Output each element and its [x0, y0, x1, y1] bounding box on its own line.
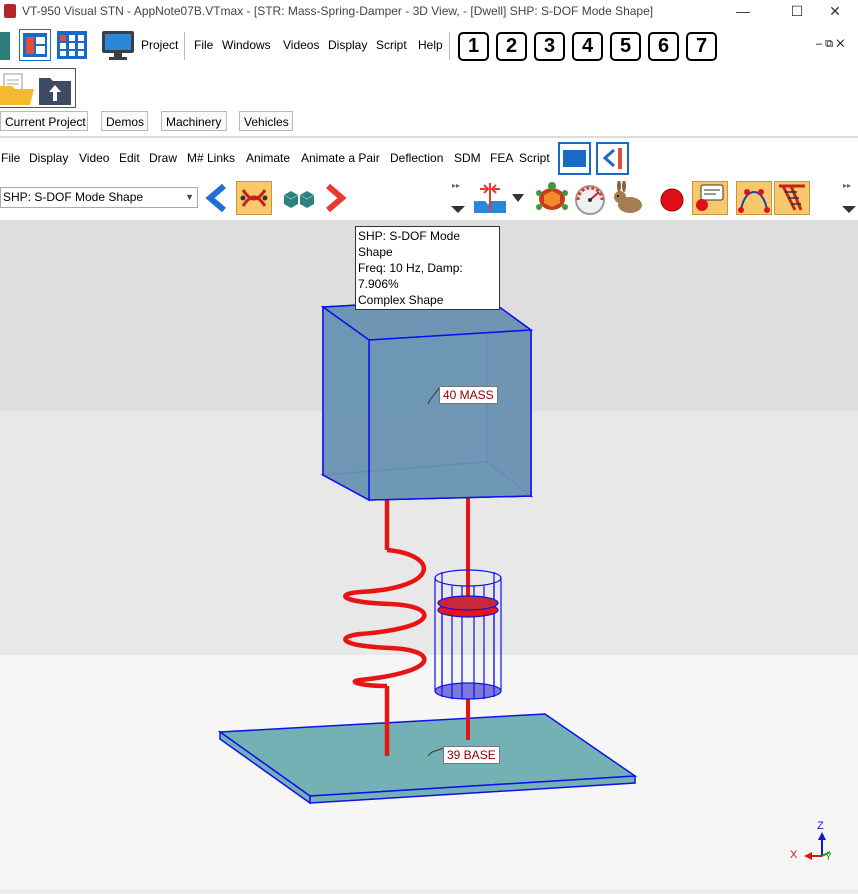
menu-videos[interactable]: Videos — [283, 38, 319, 52]
menu-project[interactable]: Project — [141, 38, 178, 52]
record-icon[interactable] — [658, 186, 686, 217]
curve-points-icon[interactable] — [736, 181, 772, 215]
wmenu-draw[interactable]: Draw — [149, 151, 177, 165]
mass-point-label: 40 MASS — [439, 386, 498, 404]
3d-scene[interactable] — [0, 220, 858, 891]
number-button-2[interactable]: 2 — [496, 32, 527, 61]
number-button-7[interactable]: 7 — [686, 32, 717, 61]
shape-select-value: SHP: S-DOF Mode Shape — [3, 190, 144, 204]
monitor-icon[interactable] — [100, 29, 136, 61]
wmenu-sdm[interactable]: SDM — [454, 151, 481, 165]
menu-file[interactable]: File — [194, 38, 213, 52]
shape-info-type: Complex Shape — [358, 293, 444, 307]
axis-x-label: X — [790, 849, 798, 861]
project-toolbar — [0, 66, 858, 110]
deflection-icon[interactable] — [472, 181, 508, 218]
number-button-5[interactable]: 5 — [610, 32, 641, 61]
menu-display[interactable]: Display — [328, 38, 367, 52]
wmenu-m-links[interactable]: M# Links — [187, 151, 235, 165]
wmenu-video[interactable]: Video — [79, 151, 109, 165]
app-icon — [4, 4, 16, 18]
wmenu-file[interactable]: File — [1, 151, 20, 165]
open-folder-icon[interactable] — [0, 72, 36, 109]
window-layout-icon[interactable] — [558, 142, 591, 178]
title-bar: VT-950 Visual STN - AppNote07B.VTmax - [… — [0, 0, 858, 24]
grid-layout-icon[interactable] — [56, 29, 88, 61]
axis-z-label: Z — [817, 820, 824, 832]
window-menu-bar: File Display Video Edit Draw M# Links An… — [0, 140, 858, 176]
menu-divider — [184, 32, 185, 60]
wmenu-edit[interactable]: Edit — [119, 151, 140, 165]
svg-text:▸▸: ▸▸ — [452, 181, 460, 190]
mass-cube[interactable] — [320, 296, 534, 502]
shape-toolbar: SHP: S-DOF Mode Shape ▼ ▸▸ ▸▸ — [0, 178, 858, 220]
shape-info-freq: Freq: 10 Hz, Damp: 7.906% — [358, 261, 463, 291]
tab-vehicles[interactable]: Vehicles — [239, 111, 293, 131]
speedometer-icon[interactable] — [572, 181, 608, 218]
menu-help[interactable]: Help — [418, 38, 443, 52]
svg-text:▸▸: ▸▸ — [843, 181, 851, 190]
comment-icon[interactable] — [692, 181, 728, 215]
tab-demos[interactable]: Demos — [101, 111, 148, 131]
window-title: VT-950 Visual STN - AppNote07B.VTmax - [… — [22, 4, 654, 18]
next-shape-icon[interactable] — [322, 183, 350, 216]
number-button-6[interactable]: 6 — [648, 32, 679, 61]
chevron-down-icon: ▼ — [185, 192, 194, 202]
dropdown-arrow-icon[interactable] — [511, 192, 525, 206]
shape-select[interactable]: SHP: S-DOF Mode Shape ▼ — [0, 187, 198, 208]
toolbar-overflow-icon[interactable]: ▸▸ — [840, 178, 858, 221]
project-tabs: Current Project Demos Machinery Vehicles — [0, 110, 858, 134]
turtle-icon[interactable] — [534, 181, 570, 218]
wmenu-animate-pair[interactable]: Animate a Pair — [301, 151, 380, 165]
menu-windows[interactable]: Windows — [222, 38, 271, 52]
tab-current-project[interactable]: Current Project — [0, 111, 88, 131]
wmenu-animate[interactable]: Animate — [246, 151, 290, 165]
panel-back-icon[interactable] — [596, 142, 629, 178]
rabbit-icon[interactable] — [610, 180, 646, 218]
partial-icon[interactable] — [0, 32, 10, 60]
main-menu-bar: Project File Windows Videos Display Scri… — [0, 26, 858, 66]
cubes-icon[interactable] — [282, 188, 318, 213]
toolbar-grip-icon[interactable]: ▸▸ — [449, 178, 467, 221]
wmenu-fea[interactable]: FEA — [490, 151, 513, 165]
status-strip — [0, 890, 858, 894]
close-button[interactable]: ✕ — [812, 0, 858, 24]
3d-viewport[interactable] — [0, 220, 858, 891]
shape-info-name: SHP: S-DOF Mode Shape — [358, 229, 461, 259]
upload-folder-icon[interactable] — [38, 72, 72, 109]
menu-divider — [449, 32, 450, 60]
wmenu-script[interactable]: Script — [519, 151, 550, 165]
layout-icon[interactable] — [19, 29, 51, 61]
crane-icon[interactable] — [774, 181, 810, 215]
mdi-controls[interactable]: – ⧉ ✕ — [816, 38, 844, 51]
previous-shape-icon[interactable] — [202, 183, 230, 216]
menu-script[interactable]: Script — [376, 38, 407, 52]
number-button-3[interactable]: 3 — [534, 32, 565, 61]
number-button-4[interactable]: 4 — [572, 32, 603, 61]
wmenu-display[interactable]: Display — [29, 151, 68, 165]
number-button-1[interactable]: 1 — [458, 32, 489, 61]
minimize-button[interactable]: — — [720, 0, 766, 24]
axis-y-label: Y — [825, 852, 832, 863]
divider — [0, 136, 858, 138]
damper-piston — [437, 595, 499, 618]
tab-machinery[interactable]: Machinery — [161, 111, 227, 131]
wmenu-deflection[interactable]: Deflection — [390, 151, 443, 165]
shape-mode-icon[interactable] — [236, 181, 272, 215]
shape-info-box: SHP: S-DOF Mode Shape Freq: 10 Hz, Damp:… — [355, 226, 500, 310]
base-point-label: 39 BASE — [443, 746, 500, 764]
